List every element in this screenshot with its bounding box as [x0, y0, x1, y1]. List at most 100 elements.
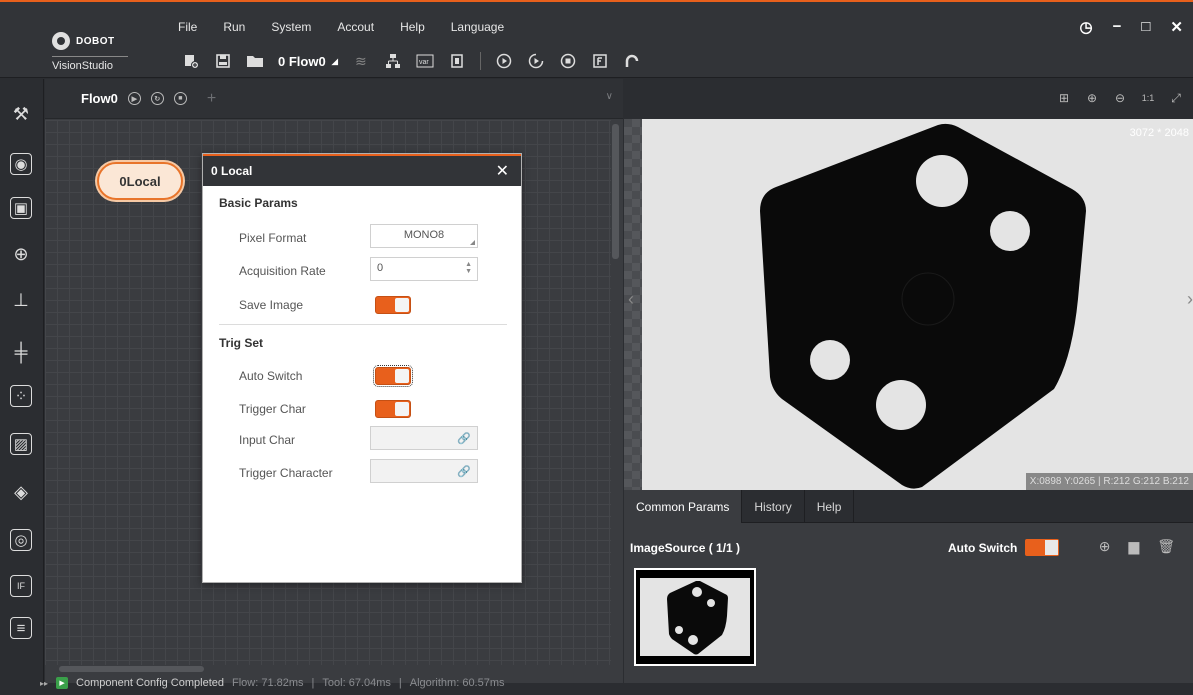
- flow-node-label: 0Local: [119, 173, 161, 189]
- expand-icon[interactable]: ▸▸: [40, 679, 48, 688]
- input-char-field[interactable]: 🔗: [370, 426, 478, 450]
- flow-stop-icon[interactable]: ■: [173, 92, 187, 105]
- horizontal-scrollbar[interactable]: [59, 666, 204, 672]
- folder-icon[interactable]: ▆: [1128, 538, 1139, 555]
- params-dialog: 0 Local ✕ Basic Params Pixel Format MONO…: [202, 153, 522, 583]
- back-icon[interactable]: [623, 52, 641, 70]
- trigger-character-field[interactable]: 🔗: [370, 459, 478, 483]
- trigger-character-label: Trigger Character: [239, 466, 333, 480]
- image-edit-icon[interactable]: ▨: [10, 433, 32, 455]
- align-icon[interactable]: ╪: [10, 341, 32, 363]
- grid-icon[interactable]: ⊞: [1057, 91, 1071, 105]
- add-icon[interactable]: ⊕: [1099, 538, 1111, 555]
- actual-size-icon[interactable]: 1:1: [1141, 91, 1155, 105]
- layers-icon[interactable]: ≋: [352, 52, 370, 70]
- link-icon[interactable]: 🔗: [457, 465, 471, 478]
- image-source-actions: ⊕ ▆ 🗑: [1099, 538, 1175, 555]
- section-basic-params: Basic Params: [219, 196, 298, 210]
- spinner-icon[interactable]: ▲ ▼: [465, 261, 472, 275]
- measure-icon[interactable]: ⊥: [10, 289, 32, 311]
- new-project-icon[interactable]: [182, 52, 200, 70]
- logic-icon[interactable]: ≡: [10, 617, 32, 639]
- title-bar: DOBOT VisionStudio File Run System Accou…: [0, 2, 1193, 78]
- dropdown-corner-icon: [470, 240, 475, 245]
- auto-switch-control: Auto Switch: [948, 539, 1060, 556]
- vertical-scrollbar[interactable]: [612, 124, 619, 259]
- save-image-toggle[interactable]: [375, 296, 411, 314]
- dialog-header: 0 Local ✕: [203, 154, 521, 186]
- device-icon[interactable]: [448, 52, 466, 70]
- pixel-info: X:0898 Y:0265 | R:212 G:212 B:212: [1025, 473, 1193, 490]
- add-tab-icon[interactable]: +: [207, 90, 216, 108]
- stop-icon[interactable]: [559, 52, 577, 70]
- tab-flow0[interactable]: Flow0 ▶ ↻ ■: [81, 91, 187, 106]
- auto-switch-toggle[interactable]: [373, 365, 413, 387]
- dialog-close-icon[interactable]: ✕: [496, 161, 509, 181]
- input-char-label: Input Char: [239, 433, 296, 447]
- menu-file[interactable]: File: [178, 20, 209, 34]
- status-separator: |: [398, 677, 402, 689]
- delete-icon[interactable]: 🗑: [1157, 538, 1175, 555]
- save-icon[interactable]: [214, 52, 232, 70]
- trigger-char-toggle[interactable]: [375, 400, 411, 418]
- fill-icon[interactable]: ◈: [10, 481, 32, 503]
- window-controls: ◷ − □ ✕: [1080, 18, 1184, 36]
- pixel-format-value: MONO8: [403, 229, 445, 241]
- tab-help[interactable]: Help: [805, 490, 855, 523]
- tool-rail: ⚒ ◉ ▣ ⊕ ⊥ ╪ ⁘ ▨ ◈ ◎ IF ≡: [0, 79, 44, 683]
- history-icon[interactable]: ◷: [1080, 18, 1093, 36]
- flow-run-loop-icon[interactable]: ↻: [150, 92, 164, 105]
- target-icon[interactable]: ⊕: [10, 243, 32, 265]
- var-icon[interactable]: var: [416, 52, 434, 70]
- run-once-icon[interactable]: [495, 52, 513, 70]
- camera-icon[interactable]: ◉: [10, 153, 32, 175]
- menu-help[interactable]: Help: [400, 20, 437, 34]
- maximize-icon[interactable]: □: [1141, 18, 1150, 36]
- menu-system[interactable]: System: [271, 20, 323, 34]
- open-folder-icon[interactable]: [246, 52, 264, 70]
- menu-run[interactable]: Run: [223, 20, 257, 34]
- tools-icon[interactable]: ⚒: [10, 103, 32, 125]
- minimize-icon[interactable]: −: [1113, 18, 1122, 36]
- next-image-icon[interactable]: ›: [1187, 289, 1193, 310]
- hierarchy-icon[interactable]: [384, 52, 402, 70]
- run-loop-icon[interactable]: [527, 52, 545, 70]
- image-source-label: ImageSource ( 1/1 ): [630, 541, 741, 555]
- svg-text:var: var: [419, 59, 429, 66]
- flow-select[interactable]: 0 Flow0 ◢: [278, 54, 338, 69]
- tool-time: Tool: 67.04ms: [322, 677, 391, 689]
- if-icon[interactable]: IF: [10, 575, 32, 597]
- menu-language[interactable]: Language: [451, 20, 516, 34]
- app-window: DOBOT VisionStudio File Run System Accou…: [0, 0, 1193, 695]
- flow-run-once-icon[interactable]: ▶: [127, 92, 141, 105]
- status-run-icon: ▶: [56, 677, 69, 689]
- form-icon[interactable]: [591, 52, 609, 70]
- focus-icon[interactable]: ▣: [10, 197, 32, 219]
- zoom-out-icon[interactable]: ⊖: [1113, 91, 1127, 105]
- chevron-down-icon[interactable]: ∨: [606, 91, 613, 102]
- tab-common-params[interactable]: Common Params: [624, 490, 743, 523]
- section-divider: [219, 324, 507, 325]
- link-icon[interactable]: 🔗: [457, 432, 471, 445]
- part-image: 3072 * 2048 X:0898 Y:0265 | R:212 G:212 …: [642, 119, 1193, 490]
- auto-switch-mini-toggle[interactable]: [1025, 539, 1060, 556]
- pixel-format-select[interactable]: MONO8: [370, 224, 478, 248]
- fit-icon[interactable]: ⤢: [1169, 91, 1183, 105]
- flow-node-local[interactable]: 0Local: [97, 162, 183, 200]
- prev-image-icon[interactable]: ‹: [628, 289, 634, 310]
- params-area: ImageSource ( 1/1 ) Auto Switch ⊕ ▆ 🗑: [624, 523, 1193, 683]
- scatter-icon[interactable]: ⁘: [10, 385, 32, 407]
- lens-icon[interactable]: ◎: [10, 529, 32, 551]
- image-thumbnail[interactable]: [634, 568, 756, 666]
- zoom-in-icon[interactable]: ⊕: [1085, 91, 1099, 105]
- status-message: Component Config Completed: [76, 677, 225, 689]
- acquisition-rate-input[interactable]: 0 ▲ ▼: [370, 257, 478, 281]
- logo-subtitle: VisionStudio: [52, 56, 128, 72]
- logo-text: DOBOT: [76, 35, 115, 47]
- menu-account[interactable]: Accout: [337, 20, 386, 34]
- close-icon[interactable]: ✕: [1170, 18, 1183, 36]
- image-canvas[interactable]: 3072 * 2048 X:0898 Y:0265 | R:212 G:212 …: [624, 119, 1193, 490]
- tab-history[interactable]: History: [742, 490, 805, 523]
- image-panel: ⊞ ⊕ ⊖ 1:1 ⤢ 3072 * 2048 X:0898 Y:0265 | …: [624, 79, 1193, 490]
- flow-tab-label: Flow0: [81, 91, 118, 106]
